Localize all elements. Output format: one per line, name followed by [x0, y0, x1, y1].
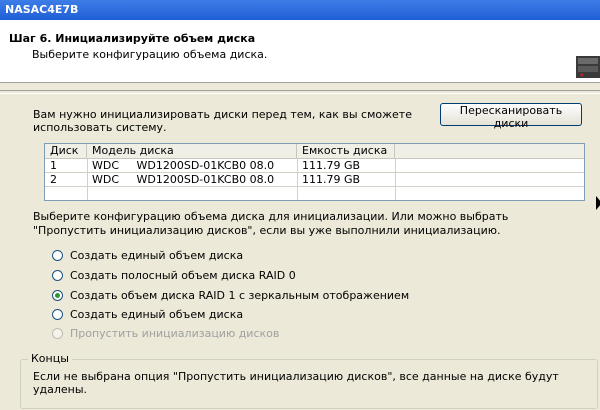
option-single-volume[interactable]: Создать единый объем диска — [52, 248, 243, 262]
window-title: NASAC4E7B — [5, 3, 79, 16]
intro-text: Вам нужно инициализировать диски перед т… — [33, 108, 412, 134]
config-instructions: Выберите конфигурацию объема диска для и… — [33, 210, 509, 237]
table-row[interactable]: 2 WDC WD1200SD-01KCB0 08.0 111.79 GB — [45, 173, 584, 186]
cursor-arrow-icon — [596, 196, 600, 210]
warning-text: Если не выбрана опция "Пропустить инициа… — [33, 370, 559, 396]
cell-disk: 1 — [50, 159, 57, 172]
option-label: Создать объем диска RAID 1 с зеркальным … — [70, 288, 410, 302]
rescan-disks-button[interactable]: Пересканировать диски — [440, 103, 582, 130]
radio-button-checked-icon[interactable] — [52, 289, 63, 301]
option-label: Создать полосный объем диска RAID 0 — [70, 268, 296, 282]
cell-model: WDC WD1200SD-01KCB0 08.0 — [92, 173, 275, 186]
step-subtitle: Выберите конфигурацию объема диска. — [32, 48, 268, 61]
radio-button-icon[interactable] — [52, 249, 63, 261]
option-skip-initialization: Пропустить инициализацию дисков — [52, 326, 279, 340]
cell-disk: 2 — [50, 173, 57, 186]
radio-button-disabled-icon — [52, 327, 63, 339]
cell-model: WDC WD1200SD-01KCB0 08.0 — [92, 159, 275, 172]
row-divider — [45, 186, 584, 187]
option-raid0[interactable]: Создать полосный объем диска RAID 0 — [52, 268, 296, 282]
option-label: Создать единый объем диска — [70, 307, 244, 321]
option-label: Пропустить инициализацию дисков — [70, 326, 280, 340]
warning-legend: Концы — [28, 352, 72, 365]
column-header-capacity[interactable]: Емкость диска — [297, 144, 395, 158]
radio-button-icon[interactable] — [52, 269, 63, 281]
step-title: Шаг 6. Инициализируйте объем диска — [9, 32, 256, 45]
nas-device-icon — [576, 56, 600, 78]
option-label: Создать единый объем диска — [70, 248, 244, 262]
window-title-bar[interactable]: NASAC4E7B — [0, 0, 600, 20]
radio-button-icon[interactable] — [52, 308, 63, 320]
column-header-disk[interactable]: Диск — [45, 144, 87, 158]
cell-capacity: 111.79 GB — [302, 159, 361, 172]
table-row[interactable]: 1 WDC WD1200SD-01KCB0 08.0 111.79 GB — [45, 159, 584, 172]
header-divider — [0, 90, 600, 94]
wizard-header: Шаг 6. Инициализируйте объем диска Выбер… — [0, 20, 600, 83]
cell-capacity: 111.79 GB — [302, 173, 361, 186]
option-single-volume-2[interactable]: Создать единый объем диска — [52, 307, 243, 321]
option-raid1[interactable]: Создать объем диска RAID 1 с зеркальным … — [52, 288, 409, 302]
disk-table[interactable]: Диск Модель диска Емкость диска 1 WDC WD… — [44, 143, 585, 201]
column-header-model[interactable]: Модель диска — [87, 144, 297, 158]
disk-table-header: Диск Модель диска Емкость диска — [45, 144, 584, 159]
